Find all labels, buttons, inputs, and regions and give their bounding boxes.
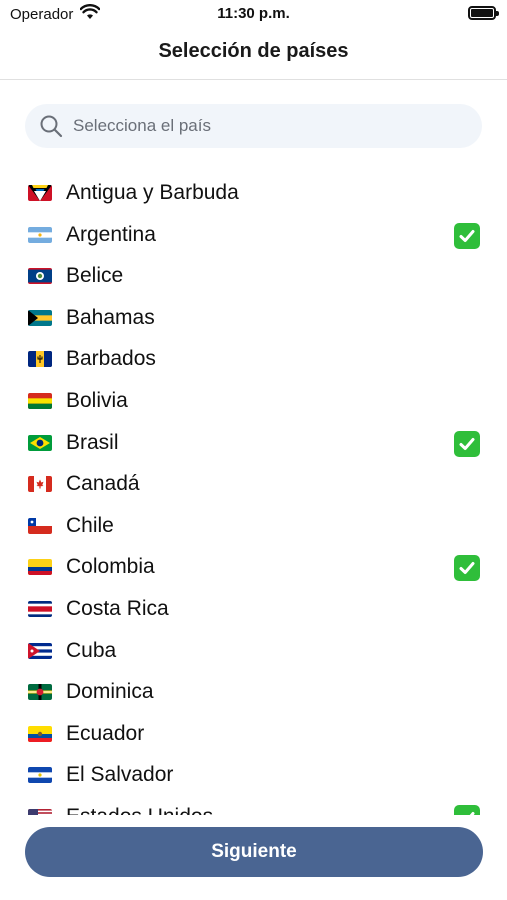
flag-sv-icon [28, 767, 52, 784]
country-name: Chile [66, 513, 114, 537]
country-row[interactable]: Estados Unidos [0, 796, 507, 815]
country-name: Cuba [66, 638, 117, 662]
flag-br-icon [28, 434, 52, 451]
country-row[interactable]: Dominica [0, 671, 507, 713]
checkmark-icon [454, 430, 480, 457]
nav-divider [0, 79, 507, 80]
flag-ag-icon [28, 185, 52, 201]
country-name: Bolivia [66, 389, 128, 412]
status-bar: Operador 11:30 p.m. [0, 0, 507, 30]
country-row[interactable]: Bahamas [0, 297, 507, 339]
country-row[interactable]: Bolivia [0, 380, 507, 422]
flag-cr-icon [28, 601, 52, 617]
page-title: Selección de países [158, 40, 349, 62]
country-name: Antigua y Barbuda [66, 181, 239, 204]
flag-cu-icon [28, 642, 52, 659]
checkmark-icon [454, 555, 480, 582]
search-input[interactable] [73, 104, 473, 148]
country-row[interactable]: Antigua y Barbuda [0, 172, 507, 214]
flag-bz-icon [28, 268, 52, 285]
flag-bb-icon [28, 351, 52, 368]
flag-ar-icon [28, 226, 52, 243]
country-name: Canadá [66, 472, 140, 496]
checkmark-icon [454, 805, 480, 815]
next-button[interactable]: Siguiente [25, 827, 483, 877]
flag-ca-icon [28, 476, 52, 493]
status-time: 11:30 p.m. [217, 5, 290, 22]
flag-bs-icon [28, 309, 52, 326]
country-name: Barbados [66, 347, 156, 371]
flag-ec-icon [28, 725, 52, 742]
country-name: Argentina [66, 222, 156, 246]
checkmark-icon [454, 222, 480, 249]
country-name: Ecuador [66, 721, 145, 745]
flag-dm-icon [28, 684, 52, 701]
country-row[interactable]: El Salvador [0, 754, 507, 796]
flag-us-icon [28, 809, 52, 815]
country-name: Dominica [66, 680, 154, 704]
country-list[interactable]: Antigua y Barbuda Argentina Belice Bahamas B… [0, 172, 507, 815]
country-row[interactable]: Colombia [0, 546, 507, 588]
country-name: Colombia [66, 555, 155, 579]
flag-bo-icon [28, 393, 52, 409]
search-icon [39, 114, 63, 143]
country-row[interactable]: Ecuador [0, 713, 507, 755]
country-row[interactable]: Costa Rica [0, 588, 507, 630]
country-row[interactable]: Chile [0, 505, 507, 547]
country-row[interactable]: Belice [0, 255, 507, 297]
country-name: Brasil [66, 430, 119, 454]
country-row[interactable]: Canadá [0, 463, 507, 505]
country-name: Bahamas [66, 305, 155, 329]
country-name: El Salvador [66, 763, 174, 787]
search-bar[interactable] [25, 104, 482, 148]
country-name: Estados Unidos [66, 805, 213, 815]
country-row[interactable]: Barbados [0, 338, 507, 380]
flag-cl-icon [28, 517, 52, 534]
flag-co-icon [28, 559, 52, 576]
battery-icon [468, 6, 499, 20]
country-name: Costa Rica [66, 597, 169, 620]
country-row[interactable]: Argentina [0, 214, 507, 256]
country-row[interactable]: Cuba [0, 630, 507, 672]
country-name: Belice [66, 264, 124, 288]
country-row[interactable]: Brasil [0, 422, 507, 464]
